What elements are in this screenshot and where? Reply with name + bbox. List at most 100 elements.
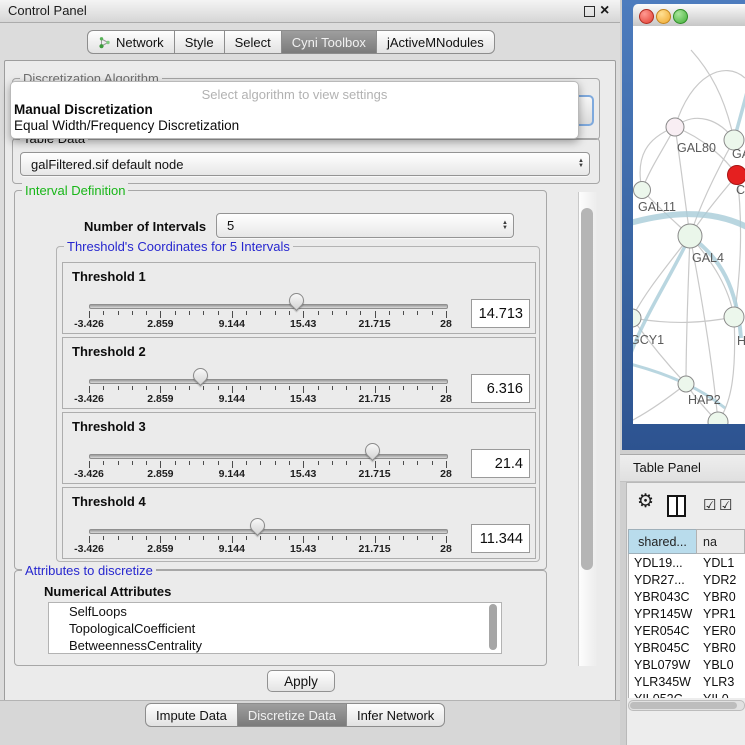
network-node-gcy1[interactable] bbox=[633, 309, 641, 327]
cell-name: YBR0 bbox=[698, 641, 745, 655]
slider-tick bbox=[103, 536, 104, 540]
tab-style[interactable]: Style bbox=[174, 30, 225, 54]
algorithm-option-manual-discretization[interactable]: Manual Discretization bbox=[11, 102, 578, 118]
settings-scrollbar-thumb[interactable] bbox=[581, 208, 593, 570]
tab-label: Select bbox=[235, 35, 271, 50]
number-of-intervals-combo[interactable]: 5 ▲ ▼ bbox=[216, 213, 514, 238]
slider-tick bbox=[232, 386, 233, 393]
slider-tick-label: 15.43 bbox=[273, 318, 333, 330]
column-header-shared-name[interactable]: shared... bbox=[628, 529, 697, 554]
columns-icon[interactable] bbox=[667, 495, 686, 517]
slider-tick bbox=[389, 536, 390, 540]
checkbox-icon[interactable]: ☑ bbox=[719, 498, 732, 514]
threshold-value-field[interactable]: 11.344 bbox=[471, 524, 530, 553]
tab-cyni-toolbox[interactable]: Cyni Toolbox bbox=[281, 30, 377, 54]
slider-tick bbox=[303, 386, 304, 393]
table-data-combo[interactable]: galFiltered.sif default node ▲ ▼ bbox=[20, 152, 590, 176]
slider-tick bbox=[289, 386, 290, 390]
network-edge[interactable] bbox=[642, 127, 675, 190]
table-row[interactable]: YIL052CYIL0 bbox=[629, 690, 745, 698]
cell-shared-name: YBL079W bbox=[629, 658, 698, 672]
gear-icon[interactable]: ⚙ bbox=[637, 492, 654, 512]
cell-name: YIL0 bbox=[698, 692, 745, 699]
cell-shared-name: YER054C bbox=[629, 624, 698, 638]
tab-network[interactable]: Network bbox=[87, 30, 175, 54]
slider-tick bbox=[446, 311, 447, 318]
slider-tick bbox=[203, 386, 204, 390]
slider-tick-label: 28 bbox=[416, 318, 476, 330]
slider-track[interactable] bbox=[89, 379, 448, 384]
slider-tick bbox=[160, 536, 161, 543]
slider-tick bbox=[189, 386, 190, 390]
tab-jactivemnodules[interactable]: jActiveMNodules bbox=[376, 30, 495, 54]
slider-tick bbox=[175, 311, 176, 315]
slider-track[interactable] bbox=[89, 304, 448, 309]
apply-button[interactable]: Apply bbox=[267, 670, 335, 692]
network-node-gal4[interactable] bbox=[678, 224, 702, 248]
slider-tick-label: 15.43 bbox=[273, 393, 333, 405]
table-row[interactable]: YER054CYER0 bbox=[629, 622, 745, 639]
network-node-gal80[interactable] bbox=[666, 118, 684, 136]
network-edge[interactable] bbox=[686, 236, 690, 384]
cell-shared-name: YLR345W bbox=[629, 675, 698, 689]
threshold-value-field[interactable]: 6.316 bbox=[471, 374, 530, 403]
slider-tick bbox=[260, 461, 261, 465]
network-edge[interactable] bbox=[633, 236, 690, 318]
slider-tick bbox=[218, 386, 219, 390]
slider-track[interactable] bbox=[89, 529, 448, 534]
table-row[interactable]: YLR345WYLR3 bbox=[629, 673, 745, 690]
slider-tick bbox=[160, 461, 161, 468]
network-edge[interactable] bbox=[675, 71, 745, 127]
slider-tick bbox=[132, 311, 133, 315]
tab-label: Impute Data bbox=[156, 708, 227, 723]
close-traffic-light-icon[interactable] bbox=[639, 9, 654, 24]
cell-name: YER0 bbox=[698, 624, 745, 638]
attributes-scrollbar-thumb[interactable] bbox=[489, 604, 497, 650]
tab-impute-data[interactable]: Impute Data bbox=[145, 703, 238, 727]
network-node-c[interactable] bbox=[728, 166, 745, 185]
network-edge[interactable] bbox=[633, 384, 686, 422]
algorithm-option-equal-width-frequency-discretization[interactable]: Equal Width/Frequency Discretization bbox=[11, 118, 578, 134]
columns-icon-divider bbox=[676, 497, 678, 515]
slider-tick bbox=[346, 461, 347, 465]
table-row[interactable]: YBL079WYBL0 bbox=[629, 656, 745, 673]
slider-tick bbox=[446, 461, 447, 468]
column-header-name[interactable]: na bbox=[696, 529, 745, 554]
algorithm-prompt-item[interactable]: Select algorithm to view settings bbox=[11, 82, 578, 102]
minimize-traffic-light-icon[interactable] bbox=[656, 9, 671, 24]
network-node[interactable] bbox=[708, 412, 728, 424]
network-canvas[interactable]: GAL80GACGAL11GAL4GCY1HHAP2 bbox=[633, 26, 745, 424]
attribute-item-selfloops[interactable]: SelfLoops bbox=[49, 603, 501, 620]
attribute-item-topologicalcoefficient[interactable]: TopologicalCoefficient bbox=[49, 620, 501, 637]
network-node-hap2[interactable] bbox=[678, 376, 694, 392]
table-row[interactable]: YBR043CYBR0 bbox=[629, 588, 745, 605]
slider-tick bbox=[289, 536, 290, 540]
network-node-h[interactable] bbox=[724, 307, 744, 327]
table-row[interactable]: YBR045CYBR0 bbox=[629, 639, 745, 656]
slider-tick bbox=[232, 536, 233, 543]
network-edge[interactable] bbox=[691, 50, 734, 140]
close-icon[interactable]: × bbox=[600, 0, 609, 22]
threshold-box-4: Threshold 4-3.4262.8599.14415.4321.71528… bbox=[62, 487, 536, 559]
table-row[interactable]: YDL19...YDL1 bbox=[629, 554, 745, 571]
slider-track[interactable] bbox=[89, 454, 448, 459]
cell-shared-name: YIL052C bbox=[629, 692, 698, 699]
numerical-attributes-list[interactable]: SelfLoopsTopologicalCoefficientBetweenne… bbox=[48, 602, 502, 654]
tab-infer-network[interactable]: Infer Network bbox=[346, 703, 445, 727]
threshold-value-field[interactable]: 14.713 bbox=[471, 299, 530, 328]
zoom-traffic-light-icon[interactable] bbox=[673, 9, 688, 24]
network-node-gal11[interactable] bbox=[634, 182, 651, 199]
table-hscrollbar-thumb[interactable] bbox=[630, 702, 737, 709]
tab-select[interactable]: Select bbox=[224, 30, 282, 54]
checkbox-icon[interactable]: ☑ bbox=[703, 498, 716, 514]
slider-tick bbox=[346, 311, 347, 315]
table-row[interactable]: YDR27...YDR2 bbox=[629, 571, 745, 588]
network-icon bbox=[98, 36, 111, 49]
threshold-value-field[interactable]: 21.4 bbox=[471, 449, 530, 478]
cell-name: YPR1 bbox=[698, 607, 745, 621]
attribute-item-betweennesscentrality[interactable]: BetweennessCentrality bbox=[49, 637, 501, 654]
tab-discretize-data[interactable]: Discretize Data bbox=[237, 703, 347, 727]
slider-tick bbox=[132, 461, 133, 465]
float-window-icon[interactable] bbox=[584, 6, 595, 17]
table-row[interactable]: YPR145WYPR1 bbox=[629, 605, 745, 622]
